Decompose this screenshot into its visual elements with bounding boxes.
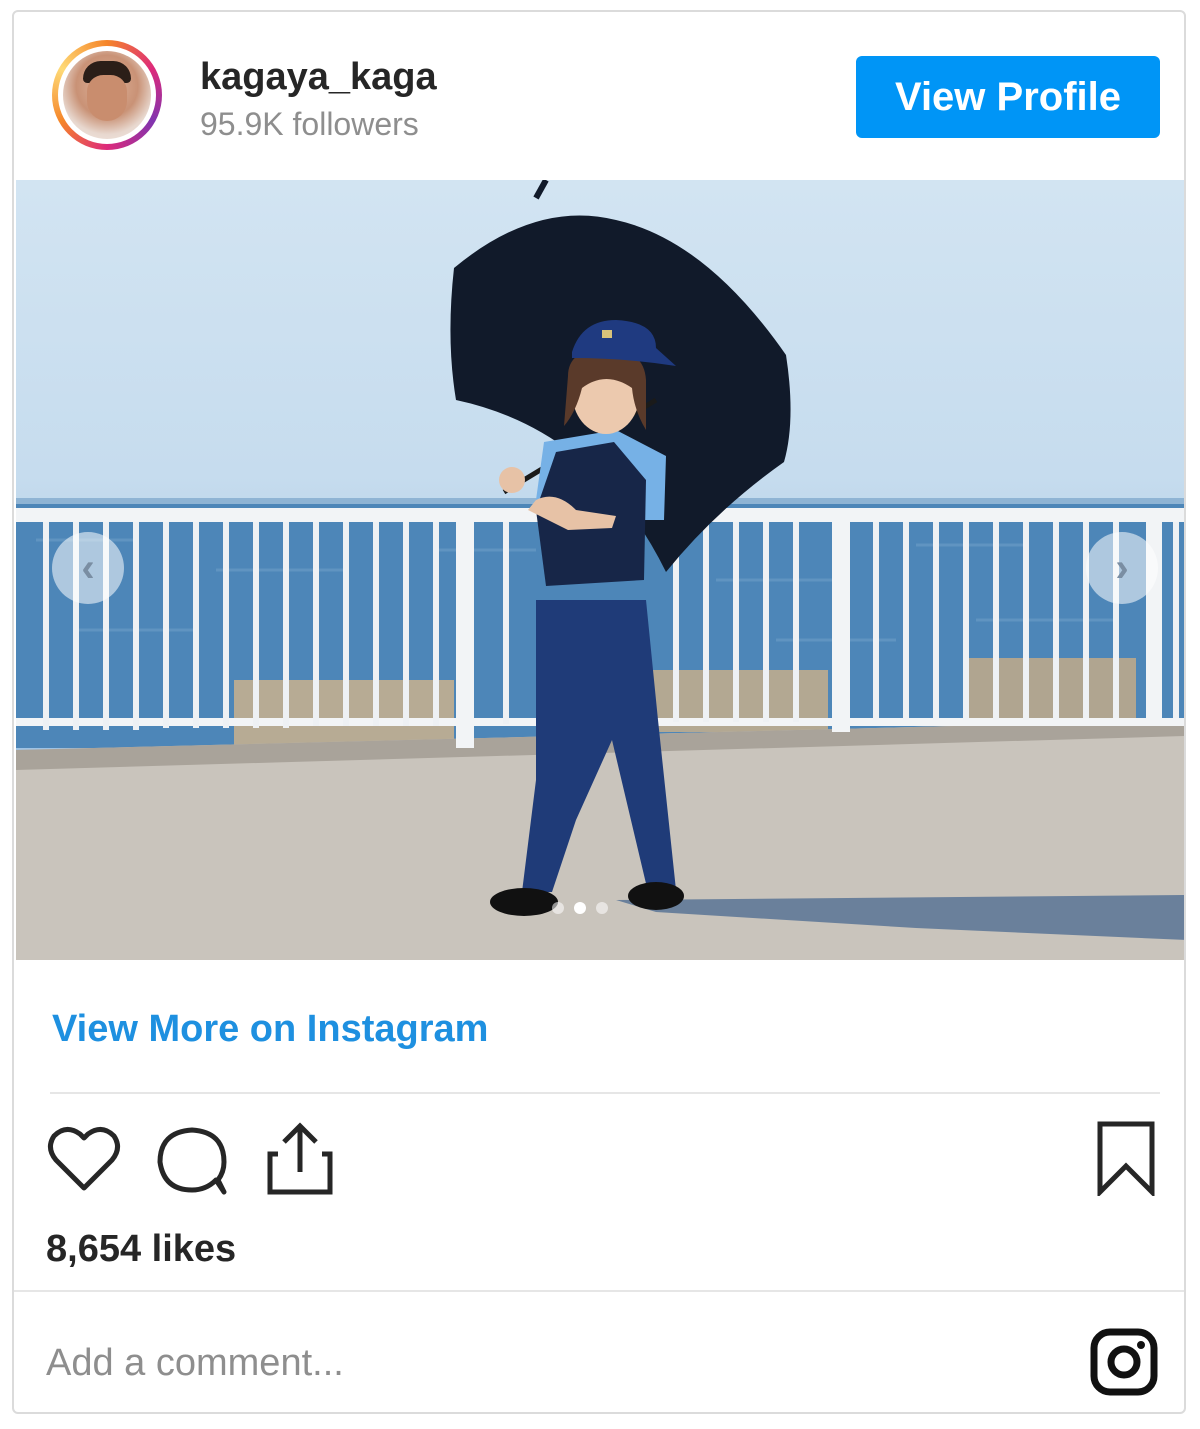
bookmark-icon[interactable] [1094, 1120, 1158, 1196]
heart-icon[interactable] [46, 1124, 122, 1194]
divider [14, 1290, 1184, 1292]
like-count: 8,654 likes [46, 1228, 237, 1270]
view-more-on-instagram-link[interactable]: View More on Instagram [52, 1008, 488, 1051]
view-profile-button[interactable]: View Profile [856, 56, 1160, 138]
carousel-next-button[interactable]: › [1086, 532, 1158, 604]
carousel-dot [552, 902, 564, 914]
share-icon[interactable] [264, 1118, 336, 1198]
follower-count: 95.9K followers [200, 106, 419, 142]
post-image[interactable]: ‹ › [16, 180, 1184, 960]
comment-icon[interactable] [154, 1124, 230, 1196]
divider [50, 1092, 1160, 1094]
avatar-photo [63, 51, 151, 139]
carousel-indicator [552, 902, 608, 914]
instagram-icon[interactable] [1090, 1328, 1158, 1396]
avatar[interactable] [52, 40, 162, 150]
carousel-dot-active [574, 902, 586, 914]
carousel-prev-button[interactable]: ‹ [52, 532, 124, 604]
comment-input[interactable]: Add a comment... [46, 1342, 344, 1385]
instagram-embed-card: kagaya_kaga 95.9K followers View Profile [12, 10, 1186, 1414]
username[interactable]: kagaya_kaga [200, 56, 437, 99]
carousel-dot [596, 902, 608, 914]
post-photo-illustration [16, 180, 1184, 960]
